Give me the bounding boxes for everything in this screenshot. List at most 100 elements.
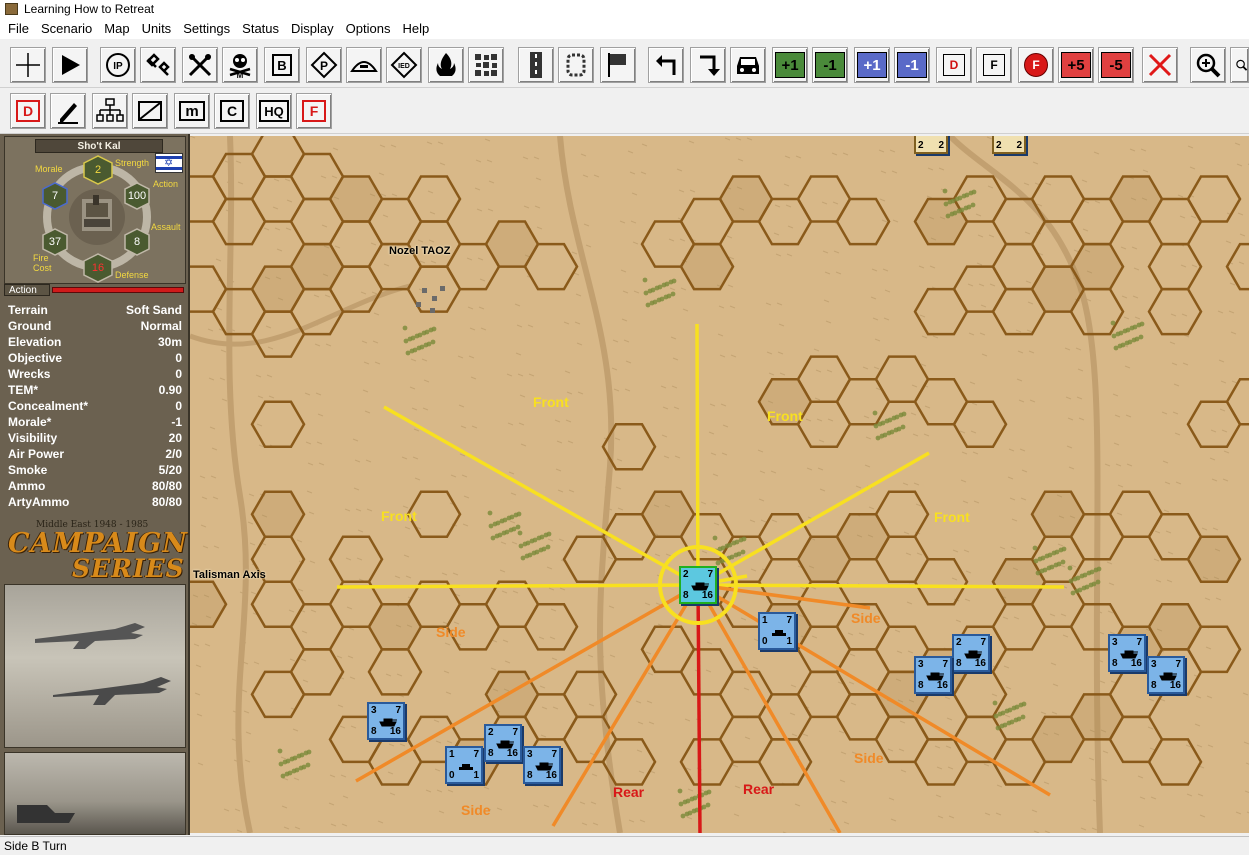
vegetation (993, 713, 999, 719)
fire-button[interactable] (428, 47, 464, 83)
menu-help[interactable]: Help (396, 18, 435, 39)
engineer-button[interactable] (140, 47, 176, 83)
strength-label: Strength (115, 158, 150, 168)
vehicle-button[interactable] (730, 47, 766, 83)
plus-one-blue-button[interactable]: +1 (854, 47, 890, 83)
rubble-button[interactable] (468, 47, 504, 83)
d-button[interactable]: D (936, 47, 972, 83)
hex-info-value: 2/0 (165, 447, 182, 461)
morale-value: 7 (51, 190, 59, 202)
vegetation (1067, 565, 1073, 571)
clear-mines-button[interactable] (182, 47, 218, 83)
unit-counter[interactable]: 37 8 16 (367, 702, 405, 740)
morale-label: Morale (35, 164, 63, 174)
vegetation (1075, 575, 1081, 581)
action-label: Action (153, 179, 179, 189)
unit-counter[interactable]: 37 8 16 (914, 656, 952, 694)
line-button[interactable] (132, 93, 168, 129)
ied-button[interactable]: IED (386, 47, 422, 83)
unit-counter[interactable]: 37 8 16 (1147, 656, 1185, 694)
hex-info-value: 30m (157, 335, 182, 349)
cancel-button[interactable] (1142, 47, 1178, 83)
menu-map[interactable]: Map (98, 18, 135, 39)
vegetation (642, 277, 648, 283)
bridge-button[interactable]: B (264, 47, 300, 83)
enemy-counter-top-2[interactable]: 22 (992, 136, 1026, 154)
menu-scenario[interactable]: Scenario (35, 18, 98, 39)
hex-info-label: ArtyAmmo (8, 495, 70, 509)
unit-counter[interactable]: 27 8 16 (952, 634, 990, 672)
smoke-button[interactable] (558, 47, 594, 83)
vegetation (1042, 567, 1048, 573)
minus-five-label: -5 (1101, 52, 1131, 78)
menu-file[interactable]: File (2, 18, 35, 39)
f-red-button-label: F (1024, 53, 1048, 77)
f-red-button[interactable]: F (1018, 47, 1054, 83)
assault-value: 8 (133, 236, 141, 248)
close-icon (1148, 53, 1172, 77)
flag-button[interactable] (600, 47, 636, 83)
c-button[interactable]: C (214, 93, 250, 129)
hex-info-row: Ammo 80/80 (4, 478, 186, 494)
slash-icon (138, 101, 162, 121)
vegetation (431, 326, 437, 332)
vegetation (1016, 716, 1022, 722)
hex-info-value: Normal (140, 319, 182, 333)
hex-info-row: Air Power 2/0 (4, 446, 186, 462)
vegetation (1111, 333, 1117, 339)
minefield-button[interactable]: M (222, 47, 258, 83)
engineer-icon (146, 53, 170, 76)
d-red-button[interactable]: D (10, 93, 46, 129)
turn-right-button[interactable] (690, 47, 726, 83)
menu-status[interactable]: Status (236, 18, 285, 39)
m-box-button[interactable]: m (174, 93, 210, 129)
vegetation (1007, 707, 1013, 713)
enemy-counter-top-1[interactable]: 22 (914, 136, 948, 154)
action-points-bar (52, 287, 184, 293)
f-button[interactable]: F (976, 47, 1012, 83)
hex-map[interactable]: Nozel TAOZ Talisman Axis Front Front Fro… (190, 136, 1249, 833)
map-canvas[interactable] (190, 136, 1249, 833)
plus-one-green-button[interactable]: +1 (772, 47, 808, 83)
unit-counter[interactable]: 37 8 16 (523, 746, 561, 784)
unit-counter[interactable]: 17 01 (758, 612, 796, 650)
zoom-in-button[interactable] (1190, 47, 1226, 83)
action-bar-label: Action (4, 284, 50, 296)
turn-left-button[interactable] (648, 47, 684, 83)
zoom-out-button[interactable] (1230, 47, 1249, 83)
org-chart-button[interactable] (92, 93, 128, 129)
hex-info-row: Wrecks 0 (4, 366, 186, 382)
minus-one-green-button[interactable]: -1 (812, 47, 848, 83)
hex-outline (1186, 535, 1242, 584)
unit-counter[interactable]: 27 8 16 (484, 724, 522, 762)
hq-button[interactable]: HQ (256, 93, 292, 129)
hex-info-label: Concealment* (8, 399, 89, 413)
f-box-button[interactable]: F (296, 93, 332, 129)
menu-settings[interactable]: Settings (177, 18, 236, 39)
minus-one-blue-button[interactable]: -1 (894, 47, 930, 83)
select-tool-button[interactable] (10, 47, 46, 83)
vegetation (677, 788, 683, 794)
menu-units[interactable]: Units (136, 18, 178, 39)
road-button[interactable] (518, 47, 554, 83)
move-button[interactable] (52, 47, 88, 83)
bunker-button[interactable] (346, 47, 382, 83)
svg-text:M: M (237, 71, 244, 79)
arc-label-side-4: Side (461, 802, 491, 818)
parking-button[interactable]: P (306, 47, 342, 83)
selected-unit-counter[interactable]: 27 8 16 (679, 566, 717, 604)
vegetation (964, 192, 970, 198)
unit-counter[interactable]: 17 01 (445, 746, 483, 784)
car-icon (737, 57, 759, 74)
f-button-label: F (983, 54, 1005, 76)
vegetation (1040, 555, 1046, 561)
plus-five-button[interactable]: +5 (1058, 47, 1094, 83)
minus-five-button[interactable]: -5 (1098, 47, 1134, 83)
menu-display[interactable]: Display (285, 18, 340, 39)
svg-text:P: P (320, 59, 328, 73)
hex-info-row: Visibility 20 (4, 430, 186, 446)
draw-button[interactable] (50, 93, 86, 129)
unit-counter[interactable]: 37 8 16 (1108, 634, 1146, 672)
ip-button[interactable]: IP (100, 47, 136, 83)
menu-options[interactable]: Options (340, 18, 397, 39)
